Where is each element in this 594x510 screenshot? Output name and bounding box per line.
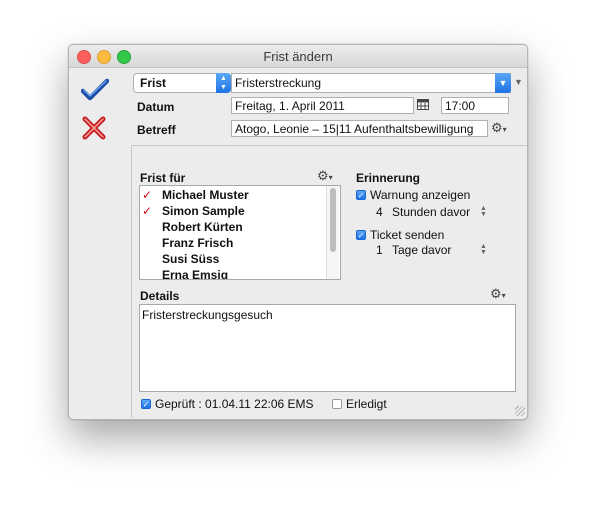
list-scrollbar[interactable] — [326, 186, 339, 279]
ticket-amount[interactable]: 1 — [376, 243, 383, 257]
time-field[interactable]: 17:00 — [441, 97, 509, 114]
erinnerung-label: Erinnerung — [356, 171, 421, 185]
geprueft-checkbox[interactable]: ✓ — [141, 399, 151, 409]
check-icon: ✓ — [142, 188, 153, 202]
geprueft-label: Geprüft : 01.04.11 22:06 EMS — [155, 397, 314, 411]
warnung-checkbox[interactable]: ✓ — [356, 190, 366, 200]
details-label: Details — [140, 289, 180, 303]
date-value: Freitag, 1. April 2011 — [235, 99, 345, 113]
dialog-window: Frist ändern Frist ▲ ▼ Fristerstreckung ▼… — [68, 44, 528, 420]
details-textarea[interactable]: Fristerstreckungsgesuch — [139, 304, 516, 392]
warnung-unit: Stunden davor — [392, 205, 471, 219]
list-item[interactable]: Robert Kürten — [140, 219, 325, 235]
frist-fuer-label: Frist für — [140, 171, 186, 185]
scrollbar-thumb[interactable] — [330, 188, 336, 252]
x-icon — [82, 116, 106, 140]
betreff-value: Atogo, Leonie – 15|11 Aufenthaltsbewilli… — [235, 122, 474, 136]
erledigt-checkbox[interactable] — [332, 399, 342, 409]
type-popup-value: Frist — [140, 76, 167, 90]
betreff-label: Betreff — [137, 123, 176, 137]
list-item[interactable]: ✓ Simon Sample — [140, 203, 325, 219]
date-field[interactable]: Freitag, 1. April 2011 — [231, 97, 414, 114]
type-combo-value: Fristerstreckung — [235, 76, 322, 90]
ticket-checkbox[interactable]: ✓ — [356, 230, 366, 240]
list-item[interactable]: Susi Süss — [140, 251, 325, 267]
title-bar[interactable]: Frist ändern — [69, 45, 527, 68]
list-item[interactable]: ✓ Michael Muster — [140, 187, 325, 203]
confirm-button[interactable] — [80, 78, 110, 102]
ticket-stepper-icon[interactable]: ▲ ▼ — [480, 243, 487, 256]
popup-arrows-icon: ▲ ▼ — [216, 73, 231, 93]
lower-panel: Frist für ⚙▾ ✓ Michael Muster ✓ Simon Sa… — [131, 145, 527, 418]
betreff-field[interactable]: Atogo, Leonie – 15|11 Aufenthaltsbewilli… — [231, 120, 488, 137]
type-popup[interactable]: Frist ▲ ▼ — [133, 73, 231, 93]
calendar-icon[interactable] — [417, 99, 429, 113]
datum-label: Datum — [137, 100, 175, 114]
details-text: Fristerstreckungsgesuch — [142, 308, 273, 322]
list-item[interactable]: Franz Frisch — [140, 235, 325, 251]
window-title: Frist ändern — [263, 49, 333, 64]
betreff-gear-icon[interactable]: ⚙▾ — [491, 120, 507, 136]
warnung-label: Warnung anzeigen — [370, 188, 471, 202]
warnung-stepper-icon[interactable]: ▲ ▼ — [480, 205, 487, 218]
frist-fuer-gear-icon[interactable]: ⚙▾ — [317, 168, 333, 184]
list-item[interactable]: Erna Emsig — [140, 267, 325, 279]
ticket-label: Ticket senden — [370, 228, 445, 242]
details-gear-icon[interactable]: ⚙▾ — [490, 286, 506, 302]
type-combo-box[interactable]: Fristerstreckung ▼ — [231, 73, 511, 93]
time-value: 17:00 — [445, 99, 476, 113]
chevron-down-icon[interactable]: ▼ — [495, 73, 511, 93]
erledigt-label: Erledigt — [346, 397, 387, 411]
disclosure-triangle-icon[interactable]: ▼ — [514, 77, 523, 87]
checkmark-icon — [80, 78, 110, 101]
ticket-unit: Tage davor — [392, 243, 452, 257]
resize-grip-icon[interactable] — [515, 406, 525, 416]
cancel-button[interactable] — [81, 115, 107, 141]
check-icon: ✓ — [142, 204, 153, 218]
frist-fuer-list[interactable]: ✓ Michael Muster ✓ Simon Sample Robert K… — [139, 185, 341, 280]
warnung-amount[interactable]: 4 — [376, 205, 383, 219]
